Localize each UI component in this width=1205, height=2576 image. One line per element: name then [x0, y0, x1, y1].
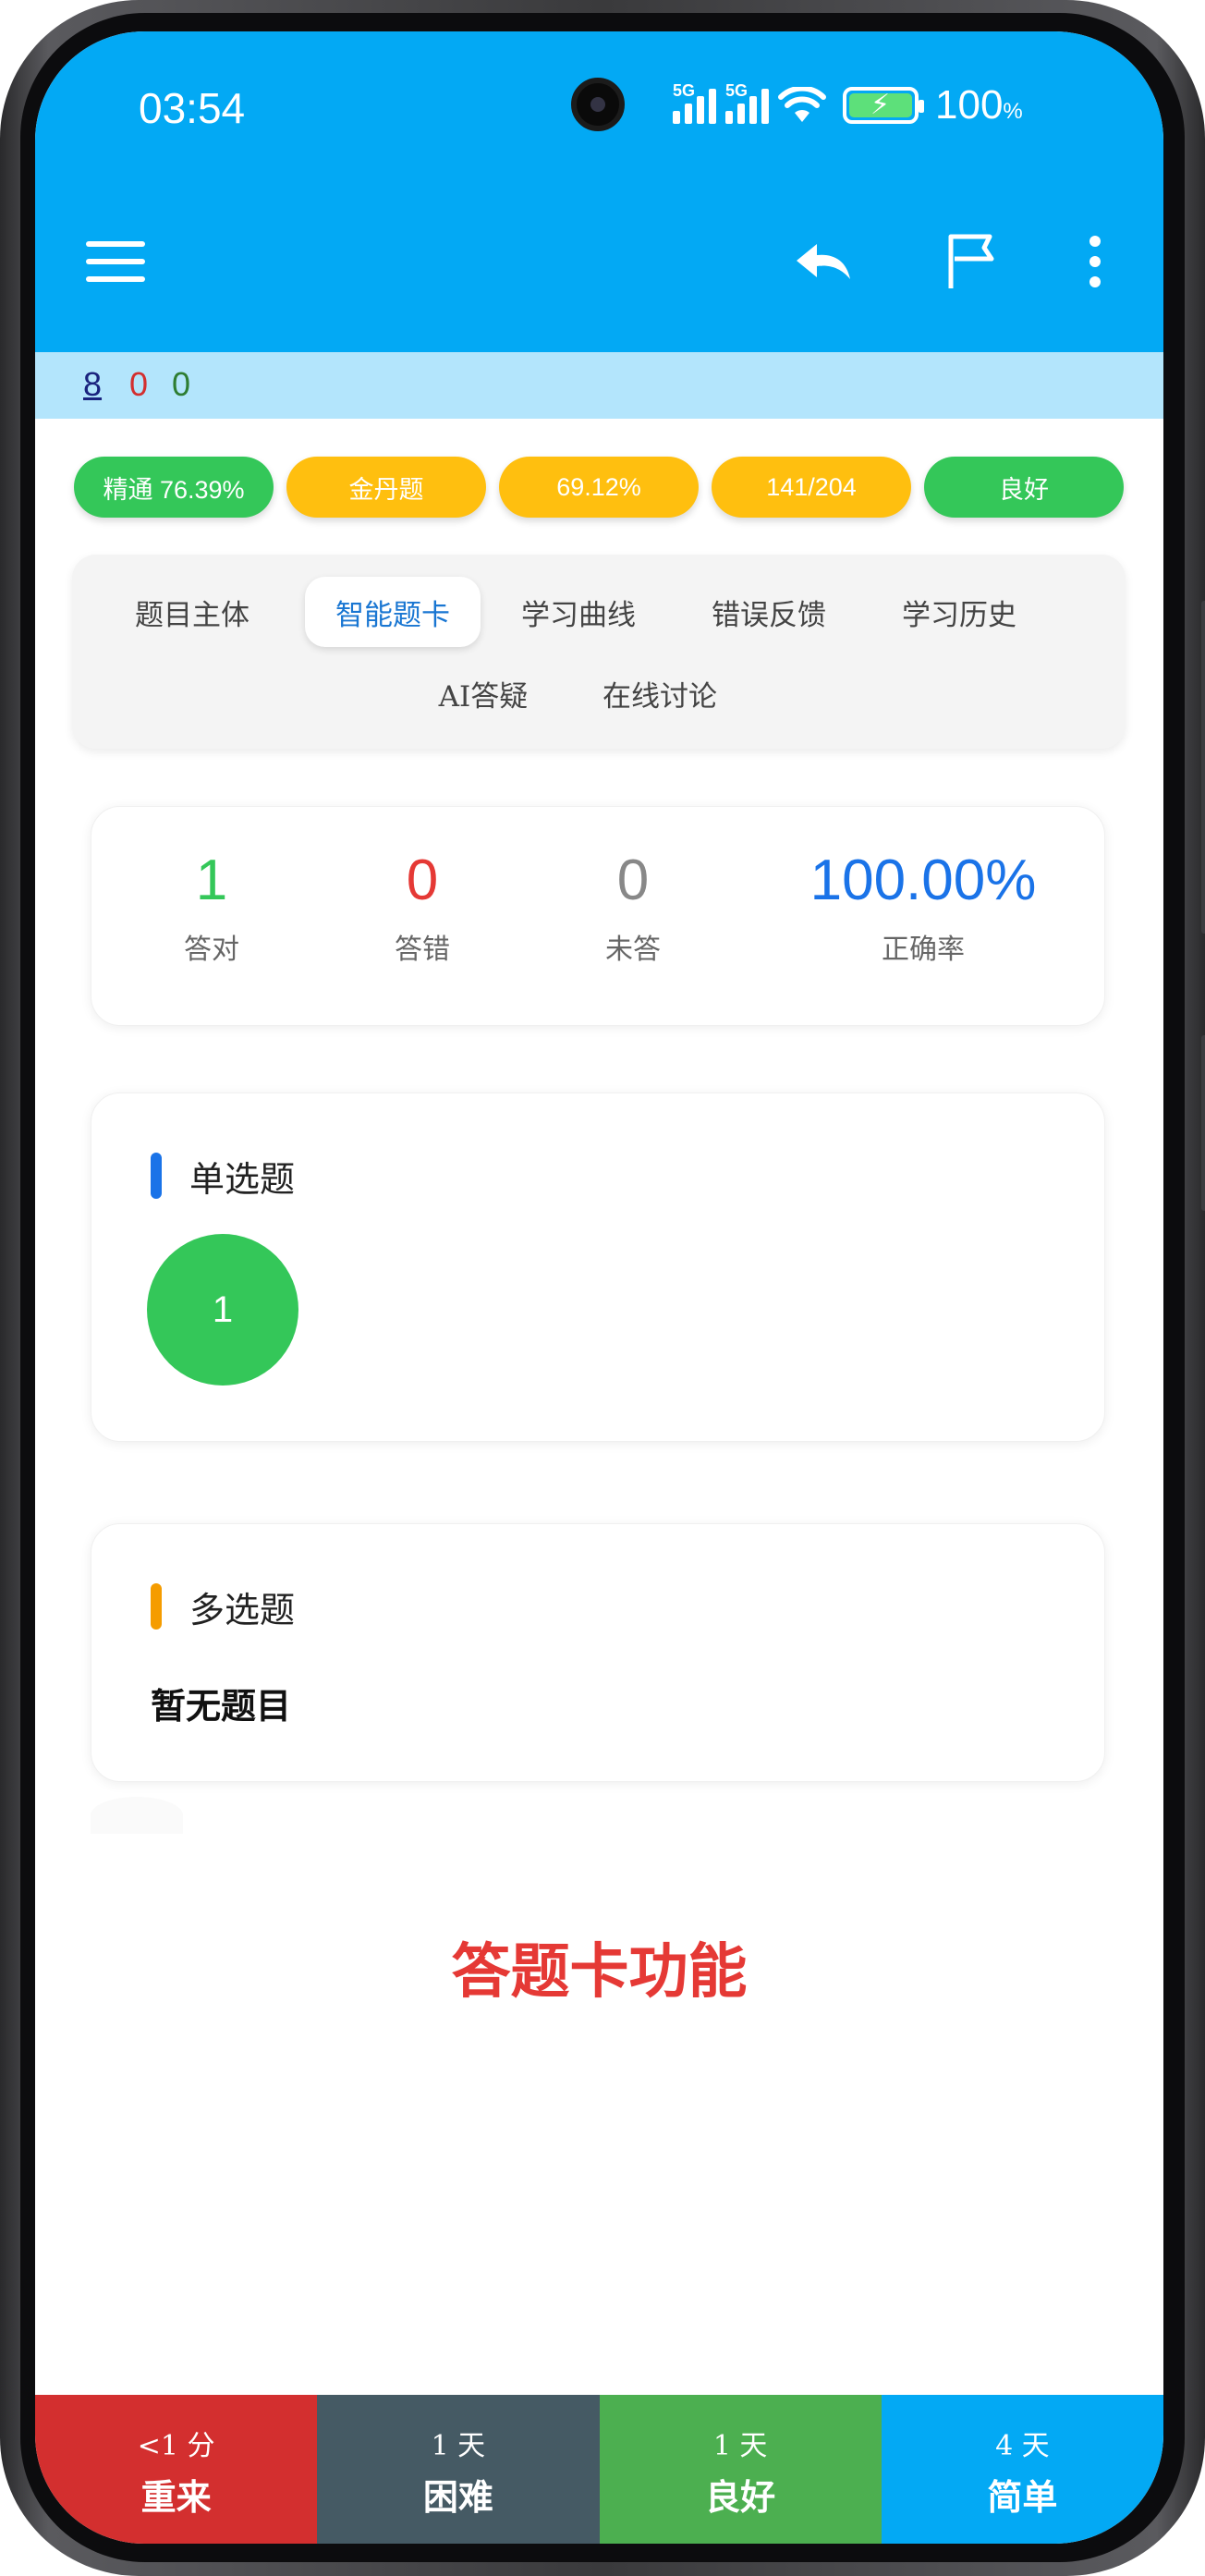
multi-choice-card: 多选题 暂无题目 — [91, 1523, 1105, 1782]
status-time: 03:54 — [139, 84, 246, 132]
section-accent-bar — [151, 1583, 162, 1630]
signal-icon: 5G — [673, 81, 716, 124]
counter-bar: 8 0 0 — [35, 352, 1163, 419]
grade-badge: 良好 — [924, 457, 1124, 518]
tab-question-body[interactable]: 题目主体 — [109, 577, 275, 647]
undo-icon — [797, 244, 850, 279]
hard-button[interactable]: 1 天 困难 — [317, 2395, 600, 2544]
status-icons: 5G 5G ⚡ 100% — [673, 81, 1023, 128]
tab-learning-history[interactable]: 学习历史 — [876, 577, 1042, 647]
total-count-link[interactable]: 8 — [83, 365, 102, 404]
power-button — [1201, 1035, 1205, 1211]
section-title: 单选题 — [189, 1159, 296, 1200]
battery-level: 100% — [935, 82, 1023, 128]
easy-button[interactable]: 4 天 简单 — [881, 2395, 1163, 2544]
menu-button[interactable] — [83, 229, 148, 294]
front-camera — [571, 78, 625, 131]
more-vert-icon — [1089, 236, 1101, 287]
rate-badge: 69.12% — [499, 457, 699, 518]
stat-accuracy: 100.00% 正确率 — [809, 848, 1037, 966]
review-buttons: <1 分 重来 1 天 困难 1 天 良好 4 天 简单 — [35, 2395, 1163, 2544]
tab-learning-curve[interactable]: 学习曲线 — [495, 577, 662, 647]
tabs-panel: 题目主体 智能题卡 学习曲线 错误反馈 学习历史 AI答疑 在线讨论 — [72, 555, 1126, 749]
stat-unanswered: 0 未答 — [605, 848, 661, 966]
correct-count: 0 — [172, 365, 191, 403]
section-accent-bar — [151, 1153, 162, 1199]
volume-button — [1201, 601, 1205, 934]
stat-wrong: 0 答错 — [395, 848, 450, 966]
tab-smart-card[interactable]: 智能题卡 — [305, 577, 481, 647]
single-choice-card: 单选题 1 — [91, 1093, 1105, 1442]
section-title: 多选题 — [189, 1590, 296, 1630]
undo-button[interactable] — [793, 229, 858, 294]
more-button[interactable] — [1063, 229, 1127, 294]
stat-correct: 1 答对 — [184, 848, 239, 966]
flag-icon — [948, 234, 994, 288]
faded-element — [91, 1797, 183, 1834]
progress-badge: 141/204 — [712, 457, 911, 518]
mastery-badge: 精通 76.39% — [74, 457, 274, 518]
feature-caption: 答题卡功能 — [451, 1937, 748, 2007]
tab-ai-qa[interactable]: AI答疑 — [405, 658, 562, 728]
empty-state-text: 暂无题目 — [151, 1685, 292, 1727]
wifi-icon — [778, 87, 826, 122]
screen: 03:54 5G 5G ⚡ 100% 8 0 0 精通 76.39% 金丹题 6… — [35, 31, 1163, 2544]
question-number-button[interactable]: 1 — [147, 1234, 298, 1386]
stats-card: 1 答对 0 答错 0 未答 100.00% 正确率 — [91, 806, 1105, 1026]
again-button[interactable]: <1 分 重来 — [35, 2395, 318, 2544]
tab-online-discussion[interactable]: 在线讨论 — [577, 658, 743, 728]
phone-frame: 03:54 5G 5G ⚡ 100% 8 0 0 精通 76.39% 金丹题 6… — [0, 0, 1205, 2576]
flag-button[interactable] — [939, 229, 1004, 294]
tab-error-feedback[interactable]: 错误反馈 — [686, 577, 852, 647]
menu-icon — [86, 241, 145, 282]
signal-icon: 5G — [725, 81, 769, 124]
battery-icon: ⚡ — [843, 87, 924, 124]
level-badge: 金丹题 — [286, 457, 486, 518]
good-button[interactable]: 1 天 良好 — [599, 2395, 882, 2544]
wrong-count: 0 — [129, 365, 149, 403]
app-bar: 03:54 5G 5G ⚡ 100% — [35, 31, 1163, 352]
